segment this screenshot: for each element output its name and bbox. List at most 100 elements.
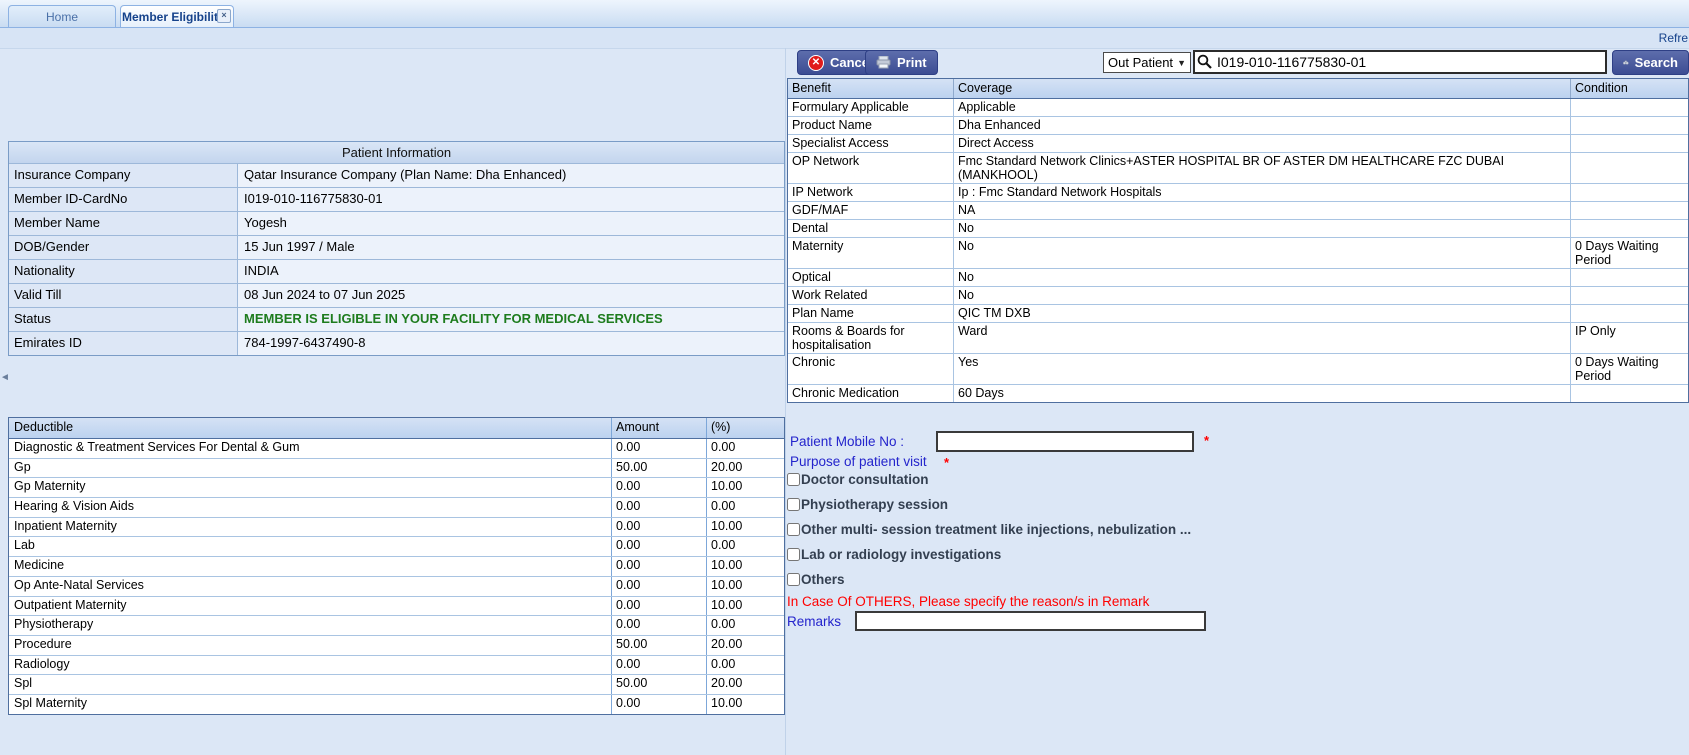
remarks-input[interactable] [855, 611, 1206, 631]
benefit-row: GDF/MAFNA [788, 202, 1688, 220]
purpose-options: Doctor consultationPhysiotherapy session… [787, 472, 1191, 597]
patient-info-label: Insurance Company [9, 164, 238, 187]
benefit-cell: IP Network [788, 184, 954, 201]
tab-bar: Home Member Eligibilit × [0, 0, 1689, 28]
deductible-row: Radiology0.000.00 [9, 656, 784, 676]
purpose-checkbox[interactable] [787, 523, 800, 536]
others-note: In Case Of OTHERS, Please specify the re… [787, 594, 1149, 609]
mobile-input[interactable] [936, 431, 1194, 452]
deductible-amount-cell: 50.00 [612, 636, 707, 655]
benefit-cell: Maternity [788, 238, 954, 268]
benefit-row: Work RelatedNo [788, 287, 1688, 305]
coverage-cell: Direct Access [954, 135, 1571, 152]
patient-info-value: Qatar Insurance Company (Plan Name: Dha … [238, 164, 784, 187]
coverage-cell: QIC TM DXB [954, 305, 1571, 322]
purpose-option: Doctor consultation [787, 472, 1191, 489]
deductible-name-cell: Diagnostic & Treatment Services For Dent… [9, 439, 612, 458]
patient-info-title: Patient Information [9, 142, 784, 164]
deductible-row: Spl Maternity0.0010.00 [9, 695, 784, 714]
tab-home[interactable]: Home [8, 5, 116, 27]
tab-close-icon[interactable]: × [217, 9, 231, 23]
deductible-name-cell: Hearing & Vision Aids [9, 498, 612, 517]
deductible-name-cell: Op Ante-Natal Services [9, 577, 612, 596]
purpose-checkbox[interactable] [787, 573, 800, 586]
benefit-cell: Dental [788, 220, 954, 237]
patient-info-label: Emirates ID [9, 332, 238, 355]
purpose-required-asterisk: * [944, 455, 949, 470]
deductible-amount-cell: 0.00 [612, 616, 707, 635]
benefit-cell: Work Related [788, 287, 954, 304]
benefit-cell: Chronic [788, 354, 954, 384]
benefit-table-header: Benefit Coverage Condition [788, 79, 1688, 99]
deductible-name-cell: Spl [9, 675, 612, 694]
deductible-name-cell: Outpatient Maternity [9, 597, 612, 616]
remarks-label: Remarks [787, 614, 841, 629]
coverage-cell: NA [954, 202, 1571, 219]
coverage-cell: Dha Enhanced [954, 117, 1571, 134]
search-button[interactable]: Search [1612, 50, 1689, 75]
purpose-option: Others [787, 572, 1191, 589]
condition-cell [1571, 184, 1688, 201]
benefit-cell: GDF/MAF [788, 202, 954, 219]
benefit-cell: Chronic Medication [788, 385, 954, 402]
condition-cell [1571, 153, 1688, 183]
condition-cell [1571, 117, 1688, 134]
patient-info-label: Valid Till [9, 284, 238, 307]
refresh-link[interactable]: Refre [1659, 31, 1688, 45]
member-search [1193, 50, 1607, 74]
deductible-row: Diagnostic & Treatment Services For Dent… [9, 439, 784, 459]
patient-info-value: I019-010-116775830-01 [238, 188, 784, 211]
patient-info-table: Patient Information Insurance CompanyQat… [8, 141, 785, 356]
purpose-option-label: Lab or radiology investigations [801, 547, 1001, 562]
benefit-row: ChronicYes0 Days Waiting Period [788, 354, 1688, 385]
benefit-row: OpticalNo [788, 269, 1688, 287]
deductible-amount-cell: 0.00 [612, 656, 707, 675]
deductible-row: Hearing & Vision Aids0.000.00 [9, 498, 784, 518]
deductible-name-cell: Physiotherapy [9, 616, 612, 635]
collapse-panel-icon[interactable]: ◄ [0, 372, 10, 383]
deductible-percent-cell: 0.00 [707, 656, 784, 675]
tab-member-eligibility-label: Member Eligibilit [122, 10, 218, 24]
deductible-table-rows: Diagnostic & Treatment Services For Dent… [9, 439, 784, 714]
deductible-percent-cell: 10.00 [707, 478, 784, 497]
purpose-checkbox[interactable] [787, 498, 800, 511]
visit-type-select[interactable]: Out Patient ▼ [1103, 52, 1191, 73]
coverage-cell: No [954, 269, 1571, 286]
deductible-amount-cell: 0.00 [612, 597, 707, 616]
deductible-row: Procedure50.0020.00 [9, 636, 784, 656]
member-eligibility-screen: Home Member Eligibilit × Refre ◄ ✕ Cance… [0, 0, 1689, 755]
amount-header-cell: Amount [612, 418, 707, 438]
purpose-checkbox[interactable] [787, 473, 800, 486]
patient-info-label: Member Name [9, 212, 238, 235]
tab-home-label: Home [46, 10, 78, 24]
deductible-percent-cell: 0.00 [707, 439, 784, 458]
purpose-option-label: Others [801, 572, 845, 587]
visit-type-value: Out Patient [1108, 55, 1173, 70]
patient-info-label: DOB/Gender [9, 236, 238, 259]
benefit-cell: Specialist Access [788, 135, 954, 152]
deductible-amount-cell: 0.00 [612, 439, 707, 458]
purpose-label: Purpose of patient visit [790, 454, 927, 469]
member-search-input[interactable] [1193, 50, 1607, 74]
purpose-checkbox[interactable] [787, 548, 800, 561]
condition-cell: 0 Days Waiting Period [1571, 354, 1688, 384]
deductible-row: Op Ante-Natal Services0.0010.00 [9, 577, 784, 597]
deductible-percent-cell: 10.00 [707, 695, 784, 714]
benefit-row: Specialist AccessDirect Access [788, 135, 1688, 153]
deductible-row: Gp50.0020.00 [9, 459, 784, 479]
deductible-percent-cell: 10.00 [707, 577, 784, 596]
condition-cell [1571, 269, 1688, 286]
print-button[interactable]: Print [865, 50, 938, 75]
patient-info-label: Nationality [9, 260, 238, 283]
tab-member-eligibility[interactable]: Member Eligibilit × [120, 5, 234, 27]
cancel-icon: ✕ [808, 55, 824, 71]
deductible-row: Spl50.0020.00 [9, 675, 784, 695]
condition-cell: 0 Days Waiting Period [1571, 238, 1688, 268]
coverage-cell: Fmc Standard Network Clinics+ASTER HOSPI… [954, 153, 1571, 183]
patient-info-label: Member ID-CardNo [9, 188, 238, 211]
deductible-row: Outpatient Maternity0.0010.00 [9, 597, 784, 617]
deductible-row: Medicine0.0010.00 [9, 557, 784, 577]
toolbar: Refre [0, 28, 1689, 49]
deductible-amount-cell: 50.00 [612, 675, 707, 694]
coverage-cell: No [954, 238, 1571, 268]
